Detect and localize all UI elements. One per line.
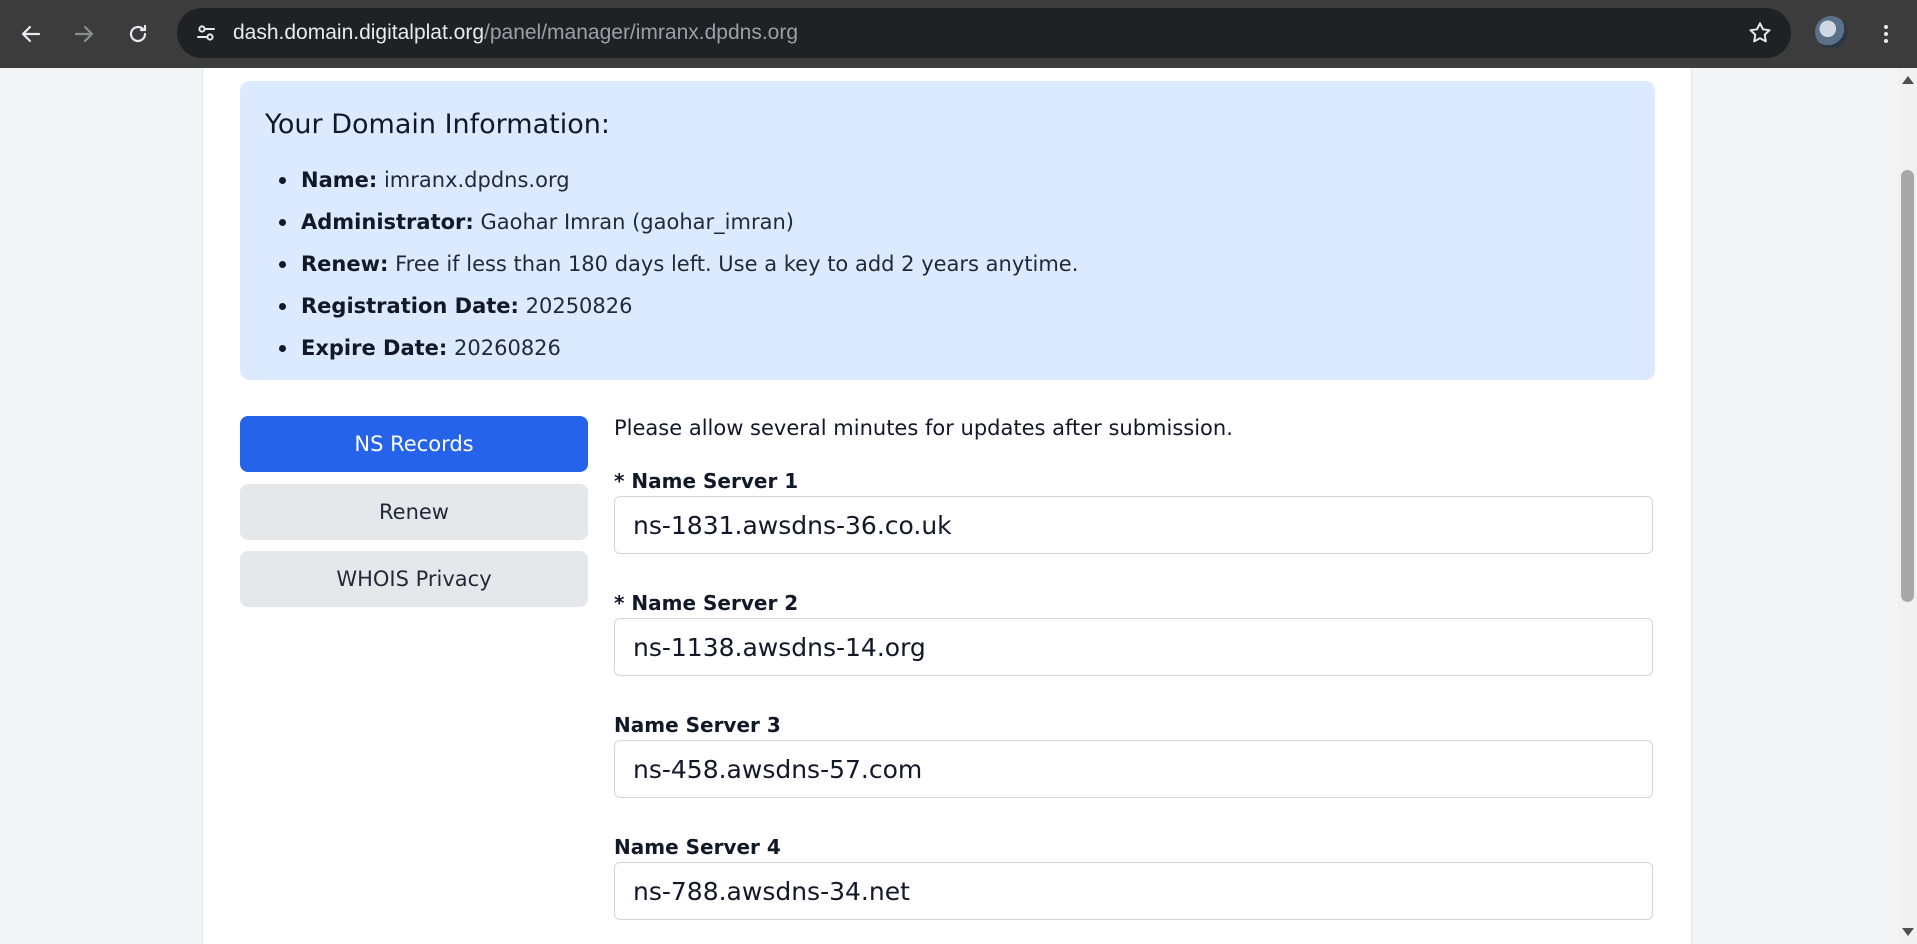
star-icon: [1749, 22, 1771, 43]
site-info-button[interactable]: [189, 16, 223, 50]
domain-info-box: Your Domain Information: Name: imranx.dp…: [240, 81, 1655, 380]
name-server-3-label: Name Server 3: [614, 713, 781, 737]
name-server-4-input[interactable]: [614, 862, 1653, 920]
name-server-3-input[interactable]: [614, 740, 1653, 798]
tab-ns-records[interactable]: NS Records: [240, 416, 588, 472]
info-value: Gaohar Imran (gaohar_imran): [480, 210, 794, 234]
domain-info-title: Your Domain Information:: [265, 109, 610, 140]
name-server-2-input[interactable]: [614, 618, 1653, 676]
tab-whois-privacy[interactable]: WHOIS Privacy: [240, 551, 588, 607]
back-button[interactable]: [11, 14, 51, 54]
info-label: Administrator:: [301, 210, 474, 234]
info-item-name: Name: imranx.dpdns.org: [265, 159, 1078, 201]
domain-info-list: Name: imranx.dpdns.org Administrator: Ga…: [265, 159, 1078, 369]
update-notice: Please allow several minutes for updates…: [614, 416, 1233, 440]
name-server-1-input[interactable]: [614, 496, 1653, 554]
info-item-administrator: Administrator: Gaohar Imran (gaohar_imra…: [265, 201, 1078, 243]
forward-arrow-icon: [74, 25, 94, 43]
url-host: dash.domain.digitalplat.org: [233, 21, 484, 44]
scroll-down-arrow-icon[interactable]: [1902, 928, 1914, 936]
browser-toolbar: dash.domain.digitalplat.org/panel/manage…: [0, 0, 1917, 68]
name-server-2-label: * Name Server 2: [614, 591, 799, 615]
kebab-menu-icon: [1884, 25, 1888, 43]
reload-icon: [129, 24, 147, 43]
bookmark-button[interactable]: [1743, 16, 1777, 50]
name-server-4-label: Name Server 4: [614, 835, 781, 859]
info-label: Name:: [301, 168, 378, 192]
info-value: 20260826: [454, 336, 561, 360]
address-bar[interactable]: dash.domain.digitalplat.org/panel/manage…: [177, 8, 1791, 58]
url-path: /panel/manager/imranx.dpdns.org: [484, 21, 799, 44]
url-text[interactable]: dash.domain.digitalplat.org/panel/manage…: [233, 8, 798, 58]
page-viewport: Your Domain Information: Name: imranx.dp…: [0, 68, 1898, 944]
info-item-renew: Renew: Free if less than 180 days left. …: [265, 243, 1078, 285]
tab-renew[interactable]: Renew: [240, 484, 588, 540]
info-label: Renew:: [301, 252, 389, 276]
tune-icon: [197, 25, 215, 41]
domain-manager-card: Your Domain Information: Name: imranx.dp…: [202, 68, 1692, 944]
reload-button[interactable]: [118, 14, 158, 54]
name-server-1-label: * Name Server 1: [614, 469, 799, 493]
info-value: Free if less than 180 days left. Use a k…: [395, 252, 1079, 276]
info-value: 20250826: [525, 294, 633, 318]
info-item-registration-date: Registration Date: 20250826: [265, 285, 1078, 327]
profile-avatar[interactable]: [1815, 16, 1847, 48]
info-value: imranx.dpdns.org: [383, 168, 570, 192]
scroll-up-arrow-icon[interactable]: [1902, 76, 1914, 84]
forward-button[interactable]: [64, 14, 104, 54]
info-label: Registration Date:: [301, 294, 519, 318]
back-arrow-icon: [21, 25, 41, 43]
vertical-scrollbar[interactable]: [1898, 68, 1917, 944]
info-item-expire-date: Expire Date: 20260826: [265, 327, 1078, 369]
scroll-thumb[interactable]: [1901, 170, 1914, 602]
browser-menu-button[interactable]: [1868, 14, 1904, 54]
info-label: Expire Date:: [301, 336, 448, 360]
